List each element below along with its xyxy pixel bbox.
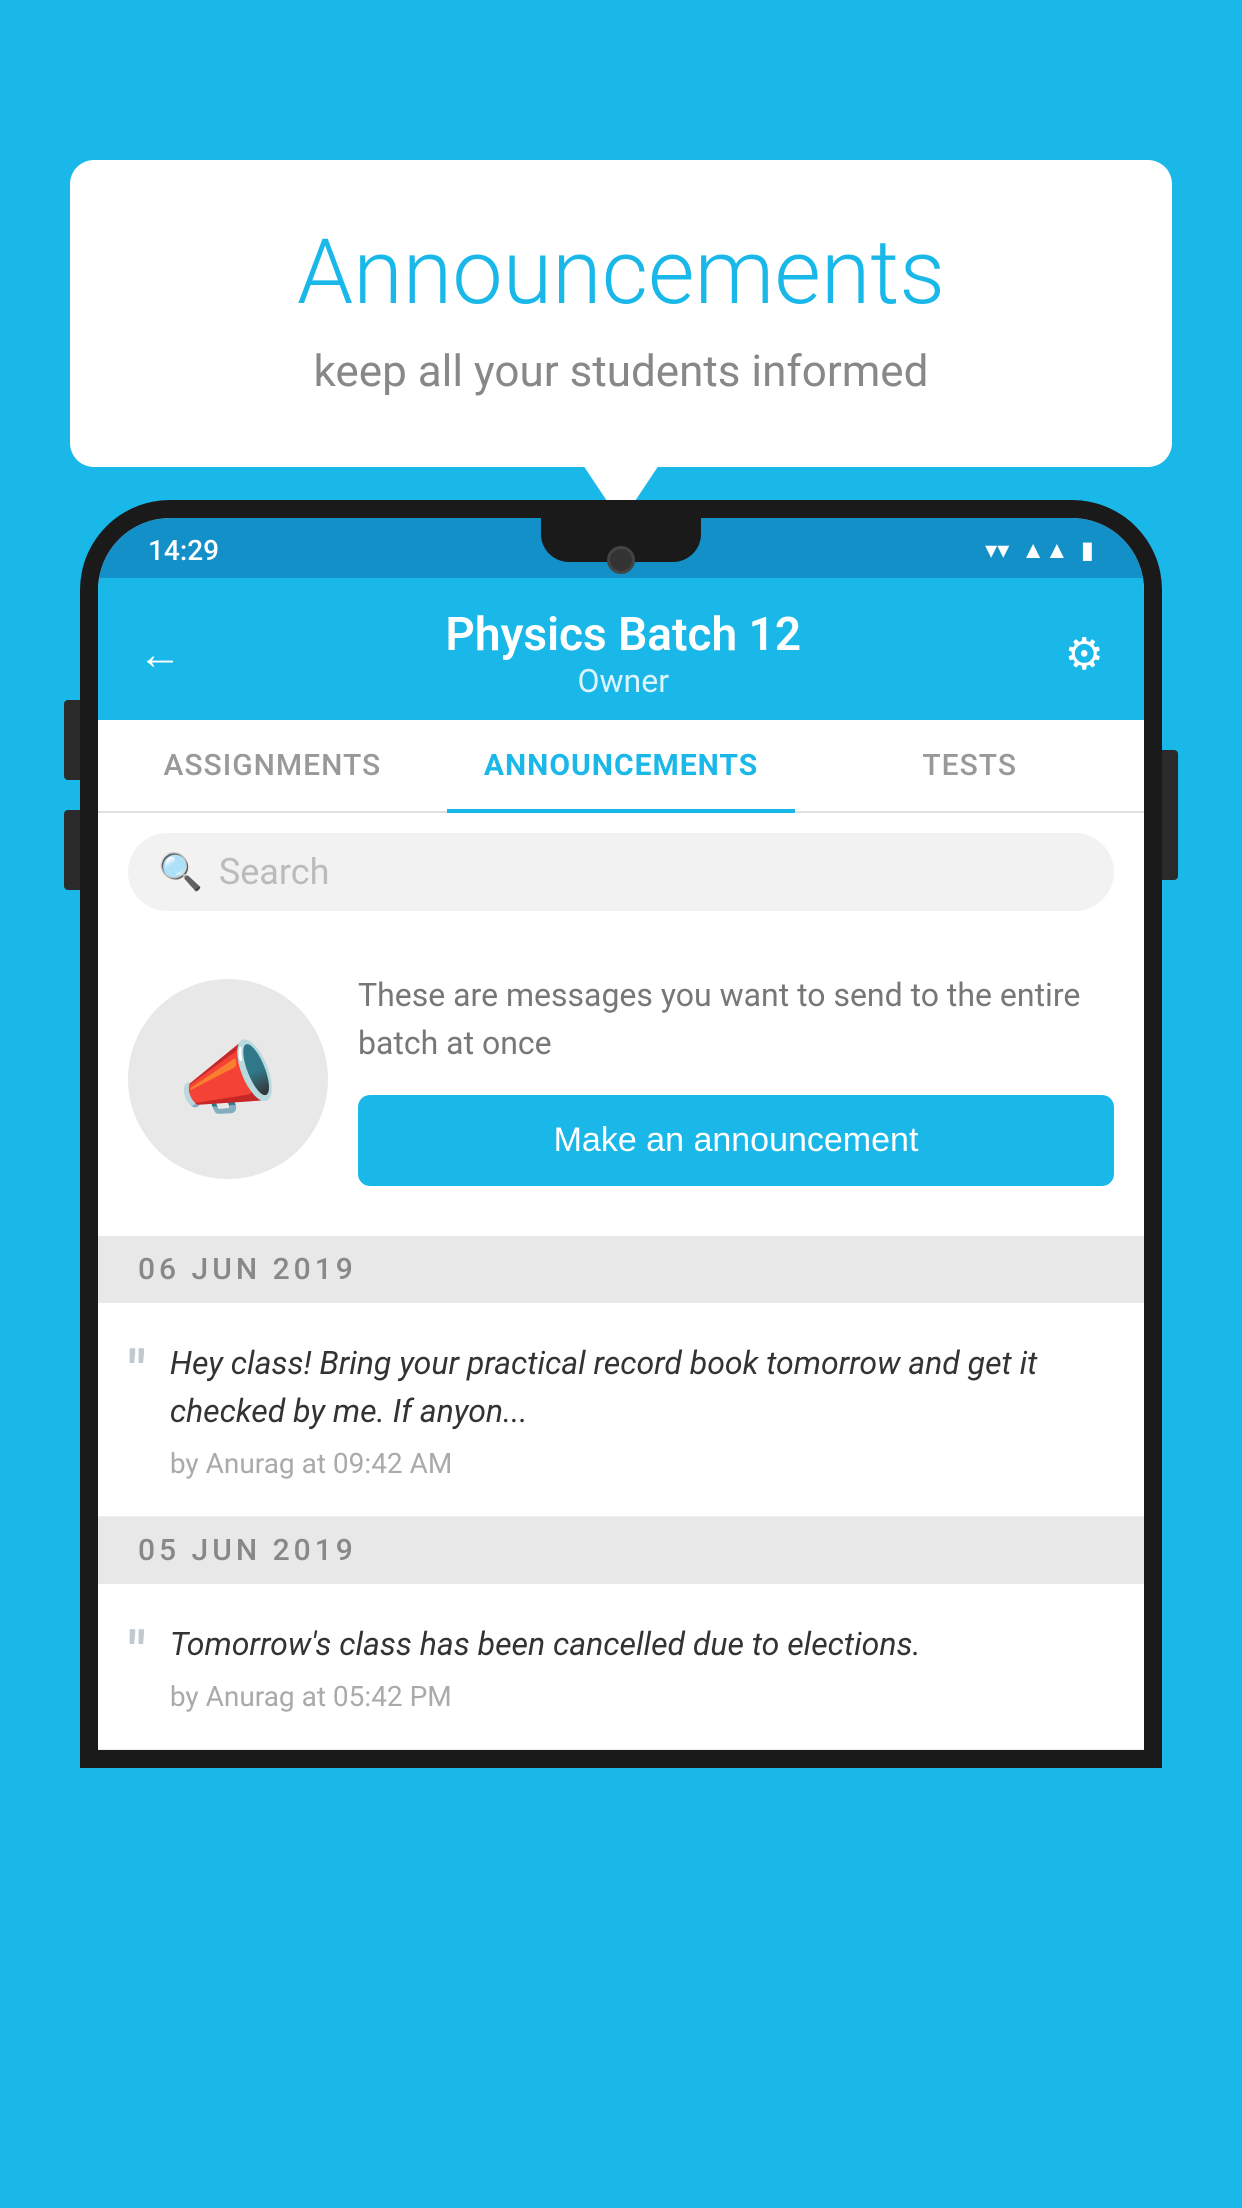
- header-center: Physics Batch 12 Owner: [445, 608, 801, 700]
- promo-description: These are messages you want to send to t…: [358, 971, 1114, 1067]
- speech-bubble: Announcements keep all your students inf…: [70, 160, 1172, 467]
- date-divider-1: 06 JUN 2019: [98, 1236, 1144, 1303]
- battery-icon: ▮: [1081, 536, 1094, 564]
- phone-outer: 14:29 ▾▾ ▲▲ ▮ ← Physics Batch 12 Owner ⚙: [80, 500, 1162, 1768]
- quote-icon-2: ": [128, 1624, 146, 1680]
- settings-icon[interactable]: ⚙: [1065, 628, 1104, 680]
- announcement-content-2: Tomorrow's class has been cancelled due …: [170, 1620, 1114, 1713]
- announcement-content-1: Hey class! Bring your practical record b…: [170, 1339, 1114, 1480]
- speech-bubble-container: Announcements keep all your students inf…: [70, 160, 1172, 467]
- header-title: Physics Batch 12: [445, 608, 801, 662]
- make-announcement-button[interactable]: Make an announcement: [358, 1095, 1114, 1186]
- tab-tests[interactable]: TESTS: [795, 720, 1144, 811]
- date-label-1: 06 JUN 2019: [138, 1252, 357, 1287]
- promo-right: These are messages you want to send to t…: [358, 971, 1114, 1186]
- date-label-2: 05 JUN 2019: [138, 1533, 357, 1568]
- tab-assignments[interactable]: ASSIGNMENTS: [98, 720, 447, 811]
- volume-up-button: [64, 700, 80, 780]
- phone-frame: 14:29 ▾▾ ▲▲ ▮ ← Physics Batch 12 Owner ⚙: [80, 500, 1162, 2208]
- search-container: 🔍 Search: [98, 813, 1144, 931]
- announcement-item-2[interactable]: " Tomorrow's class has been cancelled du…: [98, 1584, 1144, 1750]
- promo-section: 📣 These are messages you want to send to…: [98, 931, 1144, 1236]
- megaphone-icon: 📣: [178, 1032, 278, 1126]
- back-button[interactable]: ←: [138, 628, 182, 680]
- search-bar[interactable]: 🔍 Search: [128, 833, 1114, 911]
- announcement-text-2: Tomorrow's class has been cancelled due …: [170, 1620, 1114, 1668]
- announcement-text-1: Hey class! Bring your practical record b…: [170, 1339, 1114, 1435]
- megaphone-circle: 📣: [128, 979, 328, 1179]
- phone-notch: [541, 518, 701, 562]
- bubble-subtitle: keep all your students informed: [150, 345, 1092, 397]
- volume-down-button: [64, 810, 80, 890]
- quote-icon-1: ": [128, 1343, 146, 1399]
- date-divider-2: 05 JUN 2019: [98, 1517, 1144, 1584]
- status-icons: ▾▾ ▲▲ ▮: [985, 536, 1094, 565]
- tabs-bar: ASSIGNMENTS ANNOUNCEMENTS TESTS: [98, 720, 1144, 813]
- phone-screen: 14:29 ▾▾ ▲▲ ▮ ← Physics Batch 12 Owner ⚙: [98, 518, 1144, 1750]
- announcement-meta-1: by Anurag at 09:42 AM: [170, 1447, 1114, 1480]
- header-subtitle: Owner: [445, 662, 801, 700]
- bubble-title: Announcements: [150, 220, 1092, 325]
- power-button: [1162, 750, 1178, 880]
- status-time: 14:29: [148, 534, 219, 567]
- tab-announcements[interactable]: ANNOUNCEMENTS: [447, 720, 796, 811]
- announcement-item-1[interactable]: " Hey class! Bring your practical record…: [98, 1303, 1144, 1517]
- announcement-meta-2: by Anurag at 05:42 PM: [170, 1680, 1114, 1713]
- phone-camera: [607, 546, 635, 574]
- search-input[interactable]: Search: [219, 851, 330, 893]
- signal-icon: ▲▲: [1021, 536, 1069, 565]
- wifi-icon: ▾▾: [985, 536, 1009, 564]
- app-header: ← Physics Batch 12 Owner ⚙: [98, 578, 1144, 720]
- search-icon: 🔍: [158, 851, 203, 893]
